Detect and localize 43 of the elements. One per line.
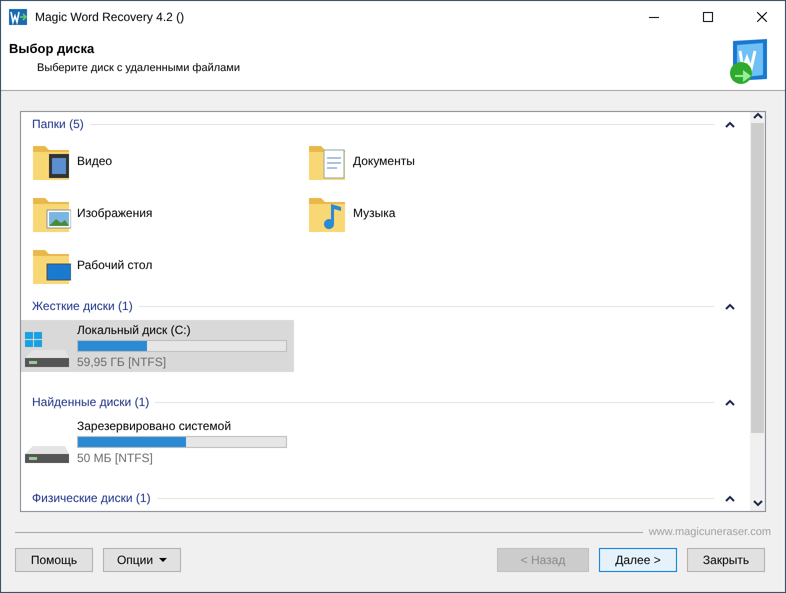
drive-icon bbox=[25, 350, 69, 367]
disk-item[interactable]: Локальный диск (C:) 59,95 ГБ [NTFS] bbox=[21, 320, 294, 372]
windows-logo-icon bbox=[25, 332, 42, 347]
dialog-button[interactable]: Далее > bbox=[599, 548, 677, 572]
dialog-button[interactable]: Закрыть bbox=[687, 548, 765, 572]
folder-item[interactable]: Изображения bbox=[31, 190, 307, 236]
collapse-icon bbox=[725, 302, 735, 310]
close-icon bbox=[757, 12, 767, 22]
group-title: Папки (5) bbox=[32, 117, 84, 131]
folder-name: Видео bbox=[77, 154, 112, 168]
minimize-icon bbox=[649, 16, 659, 18]
collapse-icon bbox=[725, 120, 735, 128]
group-title: Найденные диски (1) bbox=[32, 395, 150, 409]
disk-name: Зарезервировано системой bbox=[77, 419, 232, 433]
expand-icon bbox=[752, 500, 762, 507]
folder-name: Рабочий стол bbox=[77, 258, 152, 272]
folder-name: Изображения bbox=[77, 206, 152, 220]
disk-size: 59,95 ГБ [NTFS] bbox=[77, 355, 168, 369]
group-title: Физические диски (1) bbox=[32, 491, 151, 505]
folder-name: Документы bbox=[353, 154, 415, 168]
folder-item[interactable]: Видео bbox=[31, 138, 307, 184]
scrollbar[interactable] bbox=[750, 112, 765, 511]
collapse-icon bbox=[725, 398, 735, 406]
window-title: Magic Word Recovery 4.2 () bbox=[35, 10, 186, 24]
page-subtitle: Выберите диск с удаленными файлами bbox=[36, 62, 240, 74]
group-title: Жесткие диски (1) bbox=[32, 299, 133, 313]
dropdown-icon bbox=[159, 558, 168, 562]
folder-name: Музыка bbox=[353, 206, 396, 220]
drive-icon bbox=[25, 446, 69, 463]
disk-size: 50 МБ [NTFS] bbox=[77, 451, 154, 465]
collapse-icon bbox=[752, 112, 762, 119]
folder-item[interactable]: Документы bbox=[307, 138, 583, 184]
maximize-icon bbox=[703, 12, 713, 22]
disk-item[interactable]: Зарезервировано системой 50 МБ [NTFS] bbox=[21, 416, 294, 468]
scrollbar-thumb[interactable] bbox=[751, 123, 764, 433]
collapse-icon bbox=[725, 494, 735, 502]
dialog-button[interactable]: Опции bbox=[103, 548, 181, 572]
disk-name: Локальный диск (C:) bbox=[77, 323, 192, 337]
folder-item[interactable]: Рабочий стол bbox=[31, 242, 307, 288]
app-logo-icon bbox=[9, 9, 27, 25]
page-title: Выбор диска bbox=[9, 41, 96, 56]
dialog-button[interactable]: Помощь bbox=[15, 548, 93, 572]
folder-item[interactable]: Музыка bbox=[307, 190, 583, 236]
